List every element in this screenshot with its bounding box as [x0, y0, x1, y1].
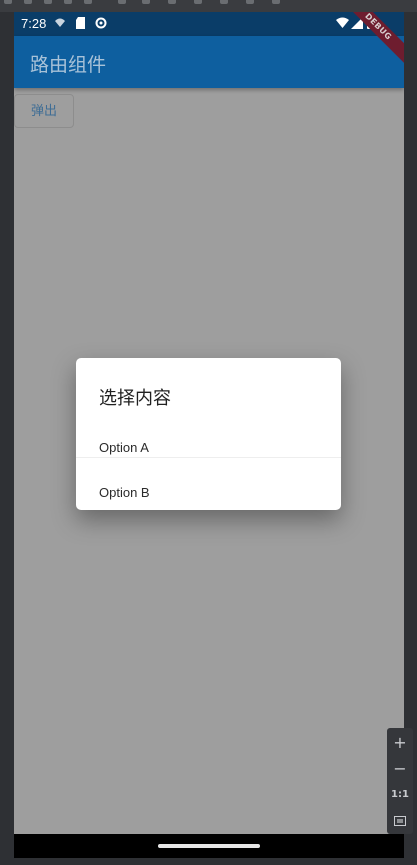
option-label: Option B [99, 485, 150, 500]
toolbar-icon[interactable] [220, 0, 228, 4]
toolbar-icon[interactable] [142, 0, 150, 4]
dialog-option-a[interactable]: Option A [76, 426, 341, 470]
status-time: 7:28 [21, 16, 47, 31]
device-screen: 7:28 路由组件 DEBUG 弹出 选择内容 Option A Option [14, 12, 404, 834]
toolbar-icon[interactable] [44, 0, 52, 4]
emulator-toolbar [0, 0, 417, 12]
dialog-option-b[interactable]: Option B [76, 471, 341, 515]
toolbar-icon[interactable] [84, 0, 92, 4]
reset-zoom-button[interactable]: 1:1 [387, 782, 413, 808]
fit-screen-icon[interactable] [387, 808, 413, 834]
navigation-bar [14, 834, 404, 858]
toolbar-icon[interactable] [272, 0, 280, 4]
status-bar: 7:28 [14, 12, 404, 36]
toolbar-icon[interactable] [168, 0, 176, 4]
sd-card-icon [75, 17, 87, 29]
page-title: 路由组件 [30, 54, 107, 76]
home-handle[interactable] [158, 844, 260, 848]
dialog-title: 选择内容 [99, 388, 171, 409]
toolbar-icon[interactable] [24, 0, 32, 4]
zoom-out-button[interactable]: − [387, 756, 413, 782]
option-label: Option A [99, 440, 149, 455]
wifi-icon [336, 17, 349, 29]
popup-button[interactable]: 弹出 [14, 94, 74, 128]
settings-icon [95, 17, 107, 29]
app-bar: 路由组件 [14, 36, 404, 88]
zoom-in-button[interactable]: + [387, 730, 413, 756]
toolbar-icon[interactable] [118, 0, 126, 4]
toolbar-icon[interactable] [194, 0, 202, 4]
toolbar-icon[interactable] [4, 0, 12, 4]
select-dialog: 选择内容 Option A Option B [76, 358, 341, 510]
toolbar-icon[interactable] [64, 0, 72, 4]
option-divider [76, 457, 341, 458]
toolbar-icon[interactable] [246, 0, 254, 4]
zoom-controls: + − 1:1 [387, 728, 413, 834]
wifi-calling-icon [54, 17, 66, 29]
